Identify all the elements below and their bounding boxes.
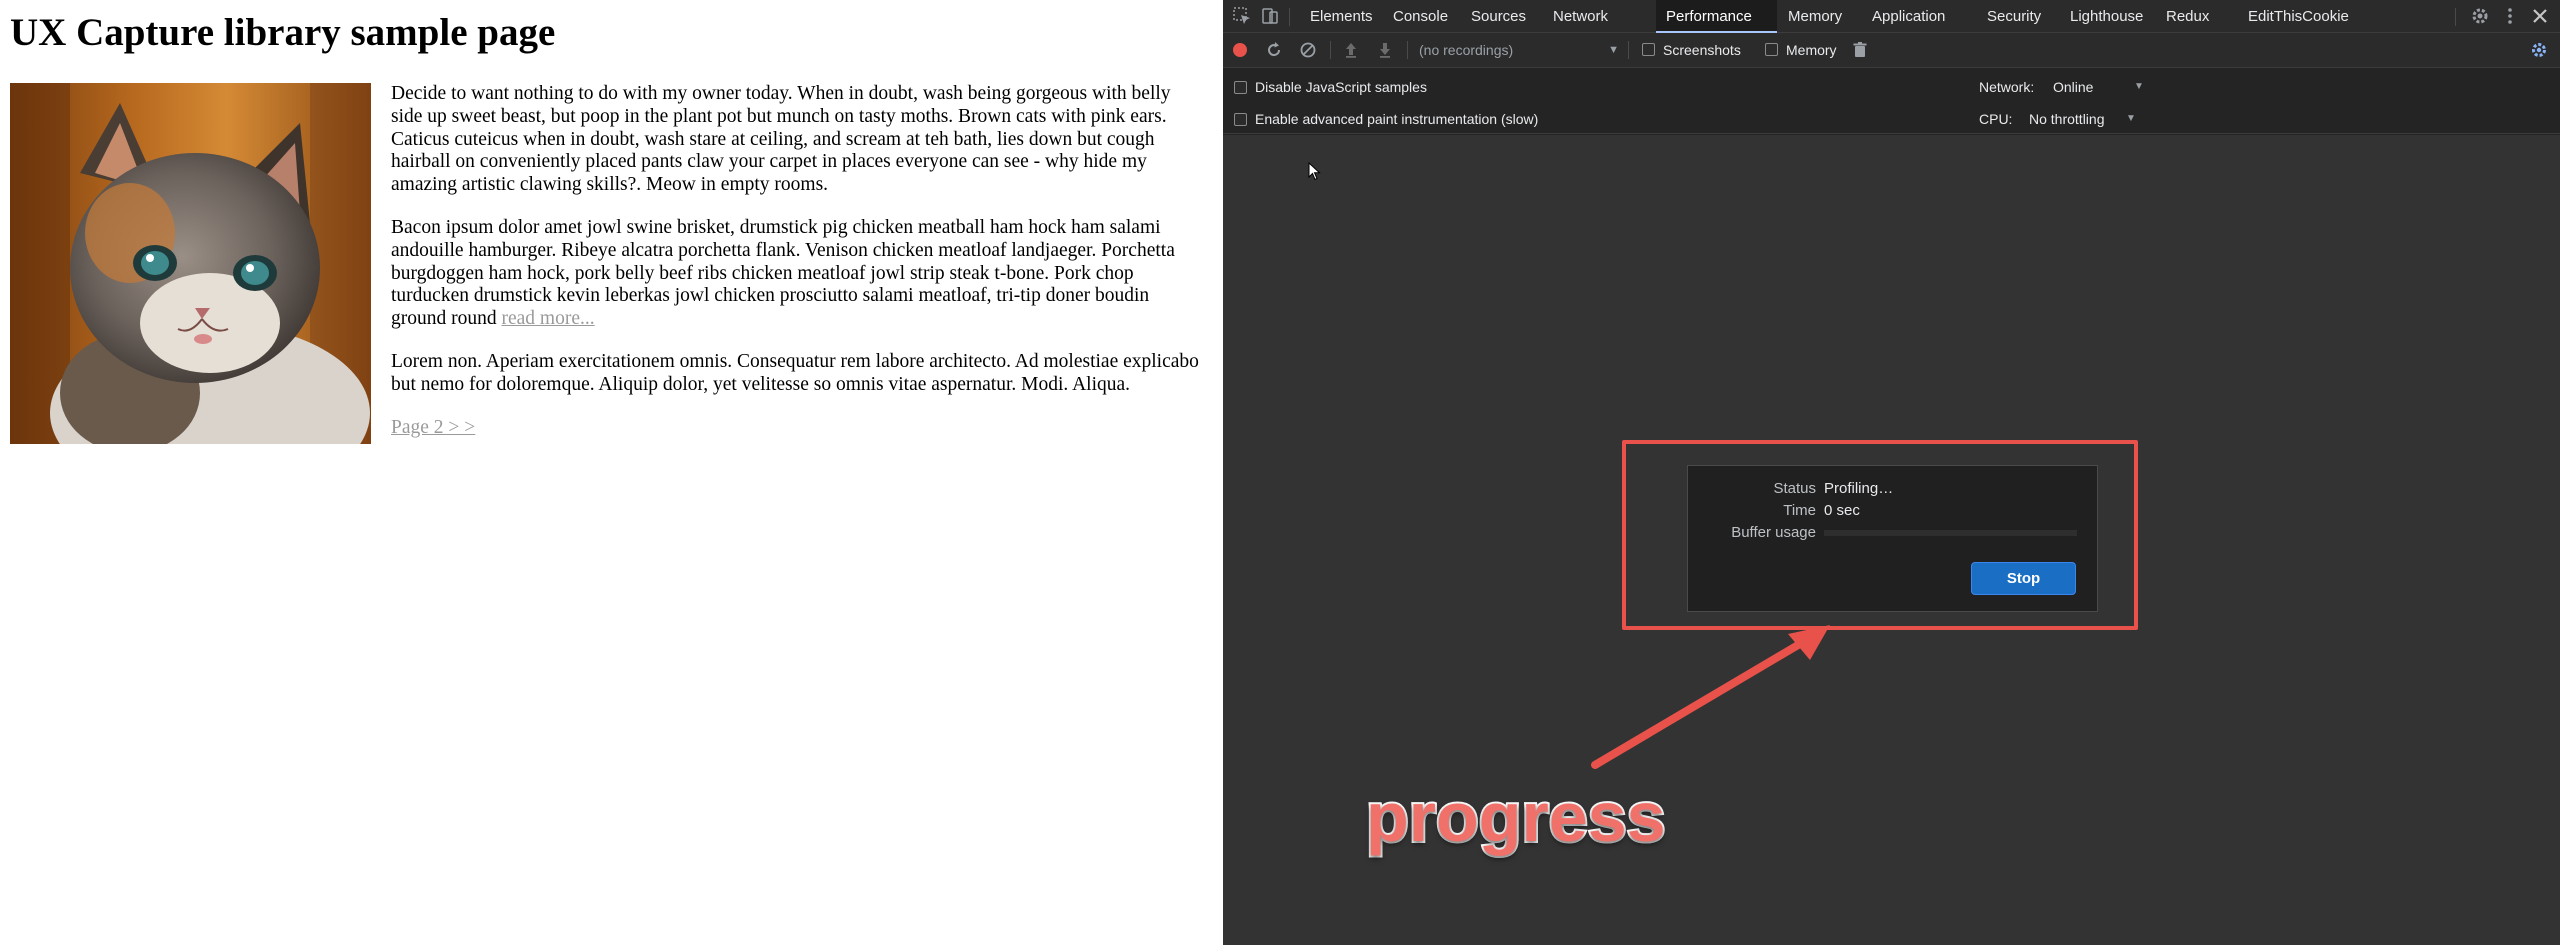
screenshots-label: Screenshots [1663,42,1741,58]
devtools-tab-bar: Elements Console Sources Network Perform… [1223,0,2560,33]
gear-icon[interactable] [2469,5,2491,27]
performance-toolbar: (no recordings) ▼ Screenshots Memory [1223,33,2560,68]
profiling-status-dialog: Status Profiling… Time 0 sec Buffer usag… [1687,465,2098,612]
tab-console[interactable]: Console [1383,0,1458,33]
recordings-dropdown[interactable]: (no recordings) ▼ [1419,40,1619,60]
settings-divider [2455,8,2456,26]
upload-profile-icon[interactable] [1341,40,1361,60]
memory-label: Memory [1786,42,1837,58]
recordings-dropdown-value: (no recordings) [1419,42,1514,58]
reload-profile-icon[interactable] [1264,40,1284,60]
close-icon[interactable] [2529,5,2551,27]
record-button[interactable] [1230,40,1250,60]
time-label: Time [1783,502,1816,519]
chevron-down-icon: ▼ [1608,44,1619,56]
trash-icon[interactable] [1850,40,1870,60]
tab-application[interactable]: Application [1862,0,1955,33]
buffer-usage-label: Buffer usage [1731,524,1816,541]
network-throttle-select[interactable]: Online [2053,78,2093,96]
toolbar-divider [1330,41,1331,59]
clear-icon[interactable] [1298,40,1318,60]
kitten-image [10,83,371,444]
paragraph-lorem: Lorem non. Aperiam exercitationem omnis.… [391,350,1199,395]
toolbar-divider [1628,41,1629,59]
cpu-chevron-down-icon: ▼ [2126,113,2136,124]
toolbar-divider [1407,41,1408,59]
device-toolbar-icon[interactable] [1259,5,1281,27]
cpu-throttle-label: CPU: [1979,111,2013,127]
time-value: 0 sec [1824,502,1860,519]
tab-elements[interactable]: Elements [1300,0,1383,33]
paragraph-cats: Decide to want nothing to do with my own… [391,83,1171,196]
buffer-usage-bar [1824,530,2077,536]
article-body: Decide to want nothing to do with my own… [391,83,1201,439]
cpu-throttle-select[interactable]: No throttling [2029,110,2104,128]
read-more-link[interactable]: read more... [502,308,595,329]
capture-settings-pane: Disable JavaScript samples Enable advanc… [1223,69,2560,134]
next-page-link[interactable]: Page 2 > > [391,417,475,440]
tab-security[interactable]: Security [1977,0,2051,33]
status-value: Profiling… [1824,480,1894,497]
advanced-paint-label: Enable advanced paint instrumentation (s… [1255,111,1539,127]
kitten-illustration [10,83,371,444]
tab-editthiscookie[interactable]: EditThisCookie [2238,0,2359,33]
capture-settings-gear-icon[interactable] [2529,40,2549,60]
download-profile-icon[interactable] [1375,40,1395,60]
tab-divider [1289,8,1290,26]
tab-redux[interactable]: Redux [2156,0,2219,33]
advanced-paint-checkbox[interactable] [1234,113,1247,126]
tab-lighthouse[interactable]: Lighthouse [2060,0,2153,33]
screenshots-checkbox[interactable] [1642,43,1655,56]
paragraph-bacon: Bacon ipsum dolor amet jowl swine briske… [391,217,1201,331]
tab-memory[interactable]: Memory [1778,0,1852,33]
disable-js-samples-label: Disable JavaScript samples [1255,79,1427,95]
sample-web-page: UX Capture library sample page Decide to… [0,0,1223,945]
tab-performance[interactable]: Performance [1656,0,1777,33]
network-chevron-down-icon: ▼ [2134,81,2144,92]
inspect-element-icon[interactable] [1231,5,1253,27]
status-row: Status Profiling… [1688,478,2099,500]
stop-button[interactable]: Stop [1971,562,2076,595]
time-row: Time 0 sec [1688,500,2099,522]
buffer-usage-row: Buffer usage [1688,522,2099,544]
network-throttle-label: Network: [1979,79,2035,95]
disable-js-samples-checkbox[interactable] [1234,81,1247,94]
page-title: UX Capture library sample page [10,11,556,54]
status-label: Status [1773,480,1816,497]
tab-sources[interactable]: Sources [1461,0,1536,33]
memory-checkbox[interactable] [1765,43,1778,56]
tab-network[interactable]: Network [1543,0,1618,33]
annotation-label: progress [1364,776,1668,858]
kebab-menu-icon[interactable] [2499,5,2521,27]
